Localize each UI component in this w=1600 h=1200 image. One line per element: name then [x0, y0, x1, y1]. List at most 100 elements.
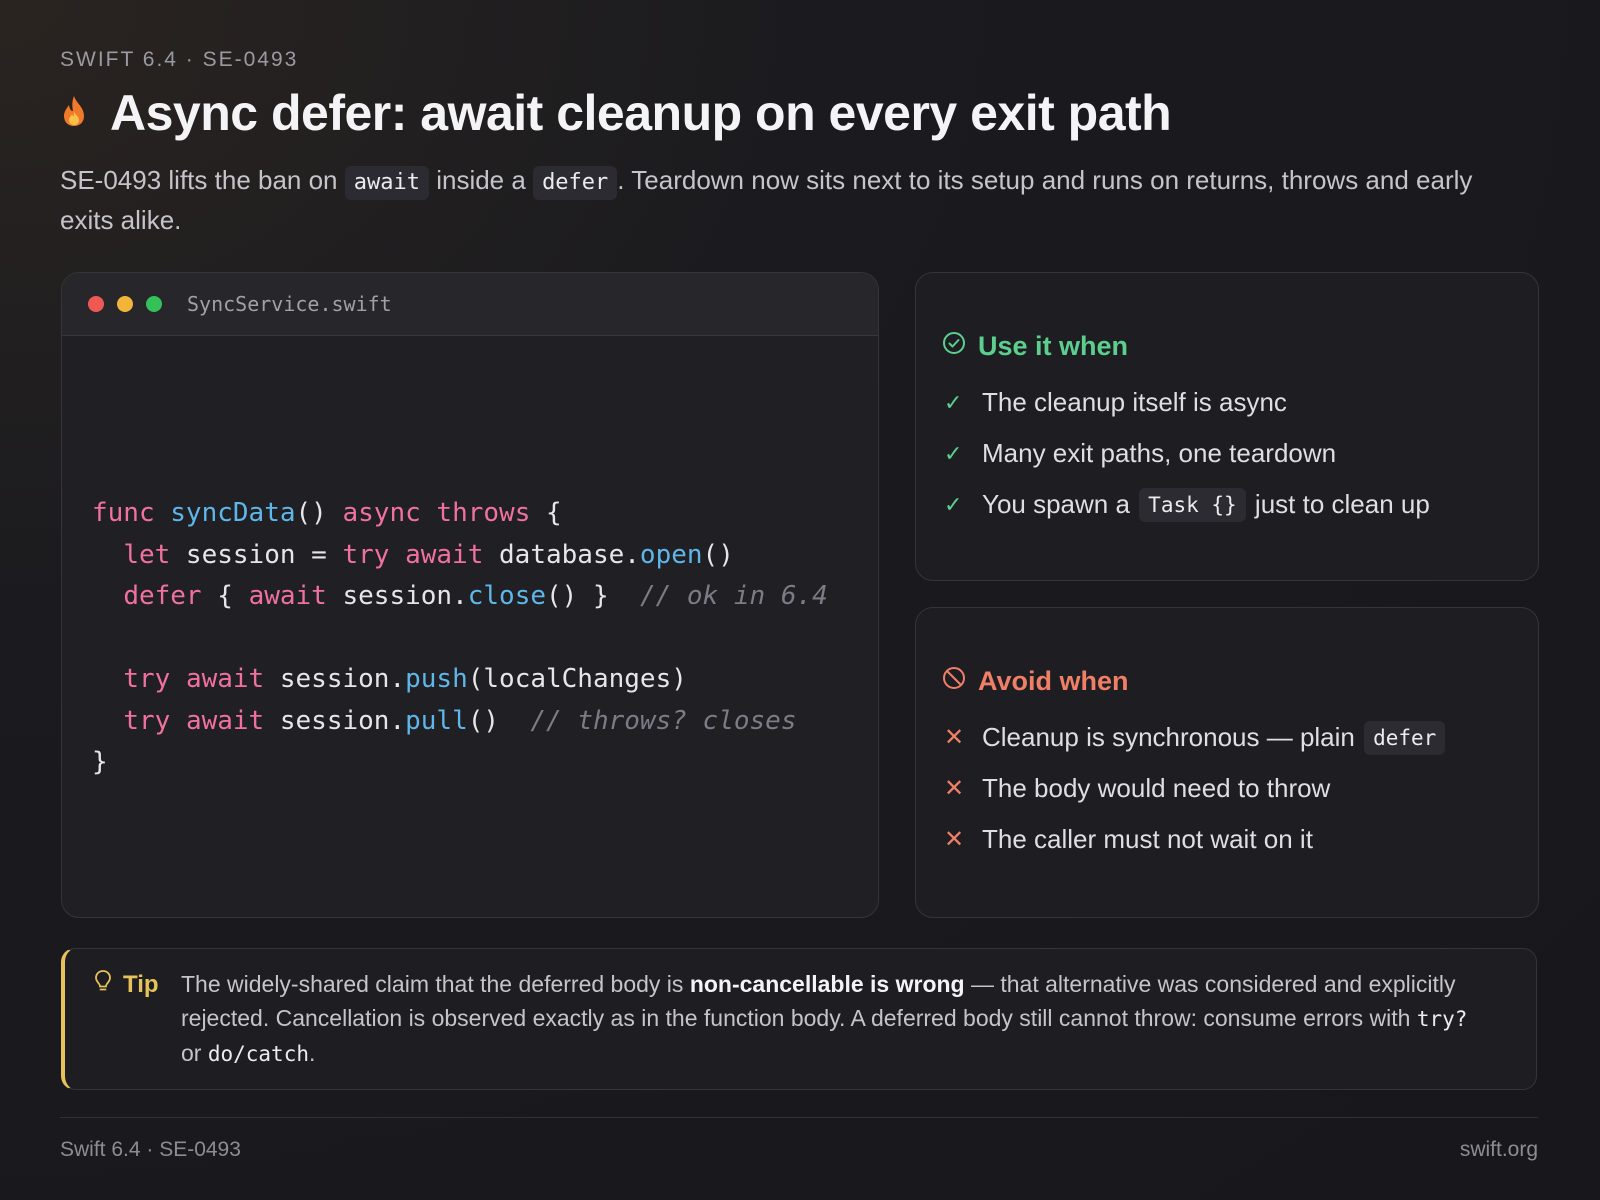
inline-code: defer: [533, 166, 618, 200]
check-icon: ✓: [944, 491, 963, 517]
code-text: session.: [264, 664, 406, 694]
use-list: ✓ The cleanup itself is async ✓ Many exit …: [944, 377, 1430, 530]
avoid-panel-heading: Avoid when: [942, 666, 1129, 697]
subtitle-text: inside a: [428, 165, 534, 195]
code-function: close: [467, 581, 547, 611]
eyebrow-label: SWIFT 6.4 · SE-0493: [60, 48, 299, 71]
code-text: session =: [170, 539, 343, 570]
code-keyword: let: [123, 539, 171, 570]
close-dot-icon: [88, 296, 104, 312]
tip-label-text: Tip: [123, 970, 159, 998]
use-it-when-panel: Use it when ✓ The cleanup itself is async…: [915, 272, 1539, 581]
code-function: open: [639, 539, 703, 570]
code-line: func syncData() async throws {: [92, 493, 828, 535]
code-text: database.: [483, 539, 640, 570]
list-item: ✕ The caller must not wait on it: [944, 814, 1447, 865]
tip-text: The widely-shared claim that the deferre…: [181, 967, 1481, 1071]
code-keyword: try: [123, 664, 171, 694]
code-function: syncData: [170, 498, 296, 528]
tip-callout: Tip The widely-shared claim that the def…: [61, 948, 1537, 1090]
code-line: defer { await session.close() } // ok in…: [92, 576, 828, 618]
footer-link[interactable]: swift.org: [1460, 1138, 1538, 1162]
footer-divider: [60, 1117, 1538, 1118]
code-line: try await session.push(localChanges): [92, 659, 828, 701]
zoom-dot-icon: [146, 296, 162, 312]
code-keyword: try: [342, 539, 390, 570]
flame-icon: [60, 94, 88, 133]
list-item-text: just to clean up: [1247, 489, 1430, 519]
inline-code: do/catch: [207, 1042, 309, 1066]
prohibited-icon: [942, 666, 966, 697]
code-text: session.: [326, 581, 468, 611]
avoid-panel-title: Avoid when: [978, 666, 1129, 696]
title-row: Async defer: await cleanup on every exit…: [60, 84, 1172, 142]
tip-bold-text: non-cancellable is wrong: [689, 971, 965, 997]
code-text: {: [201, 581, 249, 611]
cross-icon: ✕: [944, 775, 965, 802]
list-item-text: Cleanup is synchronous — plain: [982, 722, 1363, 752]
list-item: ✓ Many exit paths, one teardown: [944, 428, 1430, 479]
list-item-text: The body would need to throw: [982, 773, 1331, 803]
use-panel-heading: Use it when: [942, 331, 1128, 362]
list-item: ✓ The cleanup itself is async: [944, 377, 1430, 428]
code-keyword: async: [342, 498, 421, 528]
code-line: }: [92, 742, 828, 784]
code-line: let session = try await database.open(): [92, 535, 828, 577]
code-keyword: await: [185, 705, 265, 736]
minimize-dot-icon: [117, 296, 133, 312]
list-item-text: The caller must not wait on it: [982, 824, 1313, 854]
cross-icon: ✕: [944, 724, 965, 751]
code-keyword: await: [185, 664, 265, 694]
use-panel-title: Use it when: [978, 331, 1129, 361]
code-keyword: await: [248, 581, 327, 611]
code-keyword: func: [92, 498, 155, 528]
check-icon: ✓: [944, 389, 963, 415]
list-item-text: The cleanup itself is async: [982, 387, 1287, 417]
code-filename: SyncService.swift: [187, 292, 392, 316]
avoid-when-panel: Avoid when ✕ Cleanup is synchronous — pla…: [915, 607, 1539, 918]
code-comment: // throws? closes: [530, 705, 797, 736]
code-text: (): [467, 705, 531, 736]
inline-code: Task {}: [1139, 487, 1246, 522]
code-text: {: [530, 498, 562, 528]
lightbulb-icon: [93, 969, 113, 1000]
code-comment: // ok in 6.4: [639, 581, 828, 611]
page-subtitle: SE-0493 lifts the ban on await inside a …: [60, 160, 1520, 240]
avoid-list: ✕ Cleanup is synchronous — plain defer ✕ T…: [944, 712, 1447, 865]
code-keyword: throws: [436, 498, 531, 528]
inline-code: defer: [1364, 720, 1446, 755]
tip-label: Tip: [93, 969, 159, 1000]
code-function: push: [405, 664, 468, 694]
code-keyword: try: [123, 705, 171, 736]
code-text: }: [92, 747, 108, 777]
list-item: ✕ The body would need to throw: [944, 763, 1447, 814]
code-block: func syncData() async throws { let sessi…: [92, 493, 828, 784]
check-icon: ✓: [944, 440, 963, 466]
code-keyword: await: [405, 539, 484, 570]
code-card: SyncService.swift func syncData() async …: [61, 272, 879, 918]
tip-text-part: The widely-shared claim that the deferre…: [181, 971, 690, 997]
code-text: (): [295, 498, 343, 528]
code-keyword: defer: [123, 581, 202, 611]
code-line: try await session.pull() // throws? clos…: [92, 701, 828, 743]
check-circle-icon: [942, 331, 966, 362]
page-title: Async defer: await cleanup on every exit…: [110, 85, 1172, 141]
code-card-header: SyncService.swift: [62, 273, 878, 336]
code-text: session.: [264, 705, 406, 736]
code-text: (localChanges): [467, 664, 687, 694]
tip-text-part: .: [309, 1040, 316, 1066]
list-item-text: You spawn a: [982, 489, 1138, 519]
footer-left: Swift 6.4 · SE-0493: [60, 1138, 241, 1161]
cross-icon: ✕: [944, 826, 965, 853]
list-item-text: Many exit paths, one teardown: [982, 438, 1337, 468]
subtitle-text: SE-0493 lifts the ban on: [60, 165, 345, 195]
